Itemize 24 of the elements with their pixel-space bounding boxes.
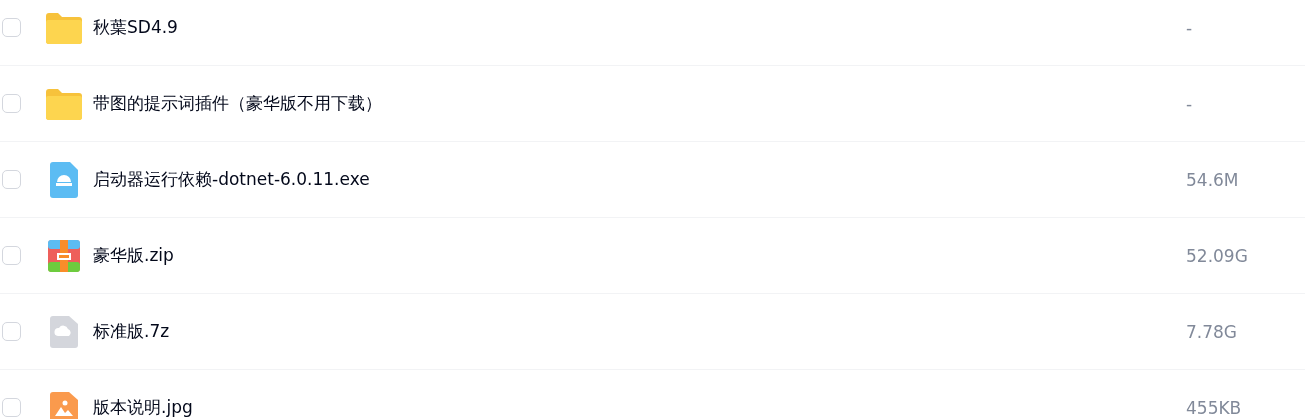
folder-icon xyxy=(46,11,82,44)
installer-file-icon xyxy=(50,161,78,198)
checkbox[interactable] xyxy=(2,18,21,37)
file-size: 52.09G xyxy=(1186,245,1248,266)
checkbox[interactable] xyxy=(2,94,21,113)
checkbox[interactable] xyxy=(2,170,21,189)
checkbox[interactable] xyxy=(2,322,21,341)
file-name[interactable]: 版本说明.jpg xyxy=(93,397,193,417)
file-name[interactable]: 秋葉SD4.9 xyxy=(93,17,178,37)
file-size: 54.6M xyxy=(1186,169,1239,190)
file-size: - xyxy=(1186,17,1193,38)
archive-file-icon xyxy=(48,239,80,272)
cloud-file-icon xyxy=(50,315,78,348)
image-file-icon xyxy=(50,391,78,419)
file-name[interactable]: 启动器运行依赖-dotnet-6.0.11.exe xyxy=(93,169,370,189)
file-size: - xyxy=(1186,93,1193,114)
folder-icon xyxy=(46,87,82,120)
checkbox[interactable] xyxy=(2,398,21,417)
file-name[interactable]: 带图的提示词插件（豪华版不用下载） xyxy=(93,93,382,113)
file-name[interactable]: 豪华版.zip xyxy=(93,245,174,265)
file-size: 7.78G xyxy=(1186,321,1238,342)
checkbox[interactable] xyxy=(2,246,21,265)
file-size: 455KB xyxy=(1186,397,1242,418)
file-name[interactable]: 标准版.7z xyxy=(93,321,170,341)
